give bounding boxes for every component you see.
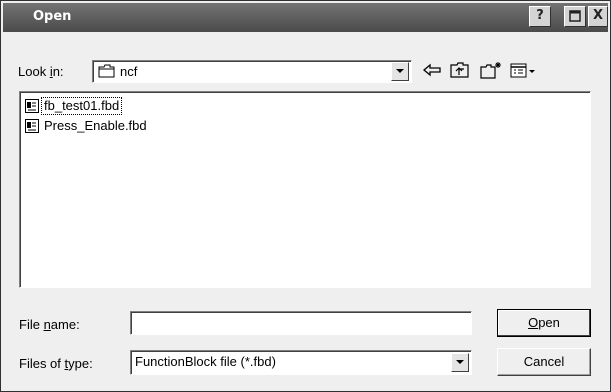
look-in-label: Look in: — [18, 64, 64, 79]
file-name-label-part: File — [19, 317, 44, 332]
maximize-icon — [569, 10, 581, 22]
maximize-button[interactable] — [564, 6, 586, 27]
help-button[interactable]: ? — [529, 6, 551, 27]
help-icon: ? — [536, 8, 544, 23]
close-button[interactable]: X — [588, 6, 608, 27]
dialog-title: Open — [33, 9, 72, 24]
file-name-label-part: ame: — [50, 317, 80, 332]
title-bar[interactable]: Open ? X — [3, 3, 608, 32]
view-menu-icon — [510, 63, 535, 78]
new-folder-icon — [480, 62, 501, 79]
open-button[interactable]: Open — [497, 309, 591, 337]
file-list-item[interactable]: Press_Enable.fbd — [24, 117, 149, 135]
fbd-file-icon — [25, 99, 39, 113]
look-in-label-part: n: — [52, 64, 64, 79]
fbd-file-icon — [25, 119, 39, 133]
file-name-label: File name: — [19, 317, 80, 332]
look-in-value: ncf — [120, 64, 138, 79]
file-name-input[interactable] — [130, 311, 472, 335]
back-button[interactable] — [421, 60, 443, 80]
new-folder-button[interactable] — [479, 60, 501, 80]
view-menu-button[interactable] — [509, 60, 539, 80]
open-label: pen — [538, 315, 560, 330]
look-in-label-part: Look — [18, 64, 50, 79]
open-dialog: Open ? X Look in: ncf fb_test01.fbd Pres… — [0, 0, 611, 392]
look-in-combo[interactable]: ncf — [92, 60, 412, 83]
cancel-label: Cancel — [523, 354, 565, 369]
file-list-item[interactable]: fb_test01.fbd — [24, 97, 123, 115]
up-one-level-button[interactable] — [449, 60, 471, 80]
open-accelerator: O — [528, 315, 539, 330]
file-type-label-part: Files of — [19, 356, 65, 371]
file-name-accelerator: n — [43, 317, 51, 332]
look-in-dropdown-button[interactable] — [391, 62, 409, 81]
file-type-select[interactable]: FunctionBlock file (*.fbd) — [130, 350, 472, 375]
file-type-label: Files of type: — [19, 356, 93, 371]
file-name: Press_Enable.fbd — [44, 118, 147, 133]
file-type-label-part: ype: — [68, 356, 93, 371]
close-icon: X — [592, 8, 604, 23]
file-list[interactable]: fb_test01.fbd Press_Enable.fbd — [19, 91, 591, 288]
back-arrow-icon — [422, 63, 441, 77]
file-type-dropdown-button[interactable] — [451, 353, 469, 372]
file-type-value: FunctionBlock file (*.fbd) — [135, 354, 276, 369]
file-name: fb_test01.fbd — [40, 97, 123, 115]
cancel-button[interactable]: Cancel — [497, 348, 591, 376]
folder-icon — [98, 64, 115, 78]
up-one-level-icon — [450, 62, 469, 78]
